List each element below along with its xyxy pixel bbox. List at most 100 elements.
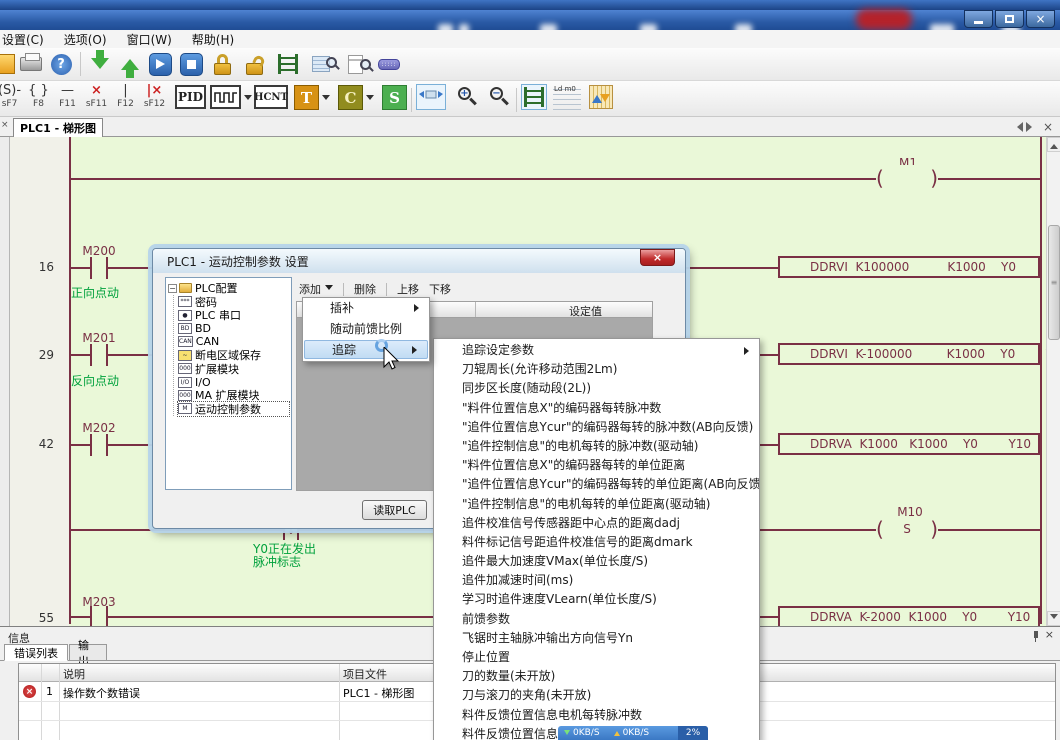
tab-close-icon[interactable]: ×: [1043, 120, 1053, 134]
hline-tool[interactable]: —F11: [53, 83, 82, 109]
submenu-item[interactable]: 刀与滚刀的夹角(未开放): [434, 686, 759, 705]
network-speed-widget[interactable]: 0KB/S 0KB/S 2%: [558, 726, 708, 740]
tab-scroll-right-icon[interactable]: [1026, 122, 1037, 132]
no-contact[interactable]: [90, 257, 108, 279]
output-coil[interactable]: ( ): [876, 165, 938, 191]
submenu-item[interactable]: 停止位置: [434, 648, 759, 667]
timer-tool[interactable]: T: [294, 85, 319, 110]
column-description[interactable]: 说明: [63, 666, 85, 682]
help-icon[interactable]: ?: [46, 54, 76, 75]
no-contact[interactable]: [90, 344, 108, 366]
pin-icon[interactable]: [1034, 631, 1038, 638]
menu-item-tracking[interactable]: 追踪: [304, 340, 428, 359]
submenu-item[interactable]: 追件校准信号传感器距中心点的距离dadj: [434, 514, 759, 533]
zoom-in-icon[interactable]: +: [456, 85, 480, 109]
tab-output[interactable]: 输出: [69, 644, 107, 661]
editor-scrollbar[interactable]: ≡: [1046, 137, 1060, 626]
read-plc-button[interactable]: 读取PLC: [362, 500, 427, 520]
dialog-close-button[interactable]: ×: [640, 249, 675, 266]
submenu-item[interactable]: "追件位置信息Ycur"的编码器每转的脉冲数(AB向反馈): [434, 418, 759, 437]
project-icon[interactable]: [0, 54, 16, 74]
info-close-icon[interactable]: ×: [1045, 628, 1054, 641]
serial-port-icon[interactable]: :::::: [372, 59, 406, 70]
close-button[interactable]: ×: [1026, 10, 1055, 28]
scroll-down-icon[interactable]: [1047, 611, 1060, 626]
add-button[interactable]: 添加: [294, 279, 338, 299]
stop-icon[interactable]: [176, 53, 207, 76]
column-project-file[interactable]: 项目文件: [343, 666, 387, 682]
counter-tool[interactable]: C: [338, 85, 363, 110]
instruction-box[interactable]: DDRVI K-100000 K1000 Y0 Y10: [778, 343, 1040, 365]
set-coil[interactable]: (S): [876, 516, 938, 542]
instruction-list-icon[interactable]: Ld m0: [553, 85, 581, 111]
instruction-box[interactable]: DDRVA K1000 K1000 Y0 Y10: [778, 433, 1040, 455]
zoom-out-icon[interactable]: −: [488, 85, 512, 109]
submenu-item[interactable]: "追件位置信息Ycur"的编码器每转的单位距离(AB向反馈): [434, 475, 759, 494]
pid-tool[interactable]: PID: [175, 85, 206, 109]
minimize-button[interactable]: [964, 10, 993, 28]
instruction-box[interactable]: DDRVI K100000 K1000 Y0 Y10: [778, 256, 1040, 278]
ladder-view-icon[interactable]: [521, 84, 547, 110]
no-contact[interactable]: [90, 434, 108, 456]
no-contact[interactable]: [90, 606, 108, 628]
tab-scroll-left-icon[interactable]: [1012, 122, 1023, 132]
download-to-plc-icon[interactable]: [85, 50, 115, 78]
menu-item-feedforward-ratio[interactable]: 随动前馈比例: [303, 319, 429, 340]
submenu-item[interactable]: 前馈参数: [434, 610, 759, 629]
print-icon[interactable]: [16, 57, 46, 71]
tree-item-plc-serial[interactable]: ●PLC 串口: [178, 308, 289, 321]
menu-settings[interactable]: 设置(C): [0, 31, 54, 48]
brace-tool[interactable]: { }F8: [24, 83, 53, 109]
submenu-item[interactable]: 学习时追件速度VLearn(单位长度/S): [434, 590, 759, 609]
hcnt-tool[interactable]: HCNT: [254, 85, 288, 109]
run-icon[interactable]: [145, 53, 176, 76]
delete-button[interactable]: 删除: [349, 279, 381, 299]
setting-value-column[interactable]: 设定值: [569, 303, 602, 319]
ladder-monitor-icon[interactable]: [271, 54, 304, 74]
scrollbar-thumb[interactable]: ≡: [1048, 225, 1060, 340]
submenu-item[interactable]: 刀辊周长(允许移动范围2Lm): [434, 360, 759, 379]
submenu-item[interactable]: 追踪设定参数: [434, 341, 759, 360]
submenu-item[interactable]: 追件最大加速度VMax(单位长度/S): [434, 552, 759, 571]
tab-error-list[interactable]: 错误列表: [4, 644, 68, 661]
table-search-icon[interactable]: [304, 56, 338, 72]
submenu-item[interactable]: 刀的数量(未开放): [434, 667, 759, 686]
tree-item-bd[interactable]: BDBD: [178, 322, 289, 335]
submenu-item[interactable]: "追件控制信息"的电机每转的单位距离(驱动轴): [434, 495, 759, 514]
pulse-tool[interactable]: [210, 85, 241, 109]
error-project-file[interactable]: PLC1 - 梯形图: [343, 685, 414, 701]
tree-item-expansion-module[interactable]: 000扩展模块: [178, 362, 289, 375]
hline-delete-tool[interactable]: ×sF11: [82, 83, 111, 109]
upload-from-plc-icon[interactable]: [115, 50, 145, 78]
convert-icon[interactable]: [589, 85, 613, 109]
pulse-dropdown-icon[interactable]: [244, 95, 252, 104]
timer-dropdown-icon[interactable]: [322, 95, 330, 104]
error-description[interactable]: 操作数个数错误: [63, 685, 140, 701]
document-search-icon[interactable]: [338, 55, 372, 74]
tab-close-left-icon[interactable]: ×: [1, 120, 11, 133]
lock-icon[interactable]: [207, 54, 238, 75]
unlock-icon[interactable]: [238, 54, 271, 75]
menu-help[interactable]: 帮助(H): [182, 31, 244, 48]
scroll-up-icon[interactable]: [1047, 137, 1060, 152]
state-tool[interactable]: S: [382, 85, 407, 110]
menu-window[interactable]: 窗口(W): [117, 31, 182, 48]
coil-tool[interactable]: (S)-sF7: [0, 83, 24, 109]
menu-item-interpolation[interactable]: 插补: [303, 298, 429, 319]
submenu-item[interactable]: 追件加减速时间(ms): [434, 571, 759, 590]
vline-delete-tool[interactable]: |×sF12: [140, 83, 169, 109]
tab-plc1-ladder[interactable]: PLC1 - 梯形图: [13, 118, 103, 137]
dialog-title-bar[interactable]: PLC1 - 运动控制参数 设置: [153, 249, 685, 273]
tree-root-plc-config[interactable]: − PLC配置: [168, 281, 289, 295]
submenu-item[interactable]: 料件标记信号距追件校准信号的距离dmark: [434, 533, 759, 552]
submenu-item[interactable]: "追件控制信息"的电机每转的脉冲数(驱动轴): [434, 437, 759, 456]
collapse-icon[interactable]: −: [168, 284, 177, 293]
submenu-item[interactable]: 料件反馈位置信息电机每转脉冲数: [434, 706, 759, 725]
move-down-button[interactable]: 下移: [424, 279, 456, 299]
counter-dropdown-icon[interactable]: [366, 95, 374, 104]
submenu-item[interactable]: 飞锯时主轴脉冲输出方向信号Yn: [434, 629, 759, 648]
menu-options[interactable]: 选项(O): [54, 31, 117, 48]
window-arrange-icon[interactable]: [416, 84, 446, 110]
submenu-item[interactable]: "料件位置信息X"的编码器每转的单位距离: [434, 456, 759, 475]
restore-button[interactable]: [995, 10, 1024, 28]
